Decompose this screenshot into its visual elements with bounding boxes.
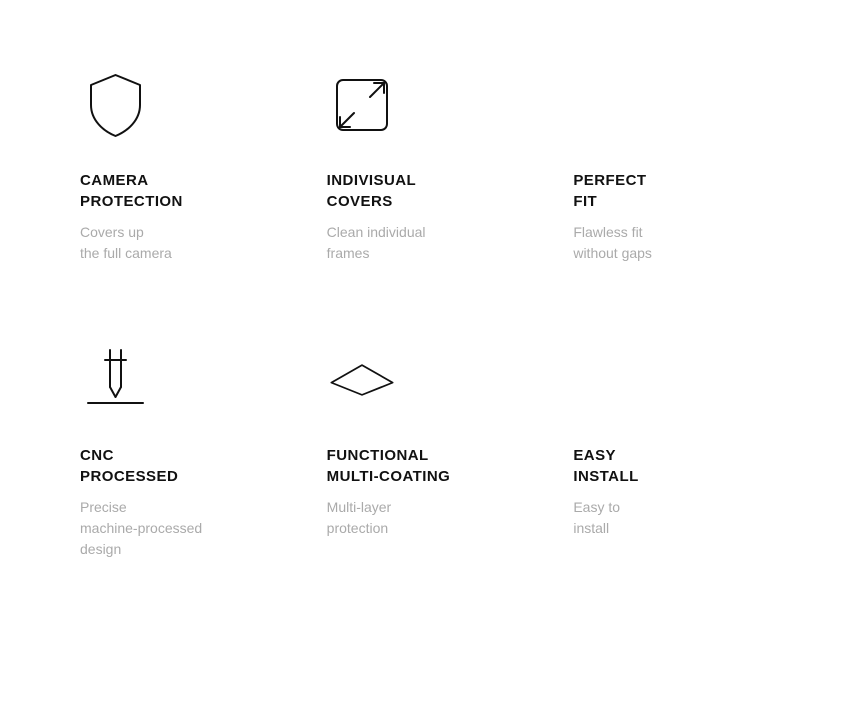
diamond-icon xyxy=(327,345,397,415)
perfect-fit-icon xyxy=(573,70,643,140)
camera-protection-desc: Covers up the full camera xyxy=(80,222,172,264)
feature-camera-protection: CAMERA PROTECTION Covers up the full cam… xyxy=(60,40,307,315)
feature-cnc-processed: CNC PROCESSED Precise machine-processed … xyxy=(60,315,307,590)
cnc-processed-desc: Precise machine-processed design xyxy=(80,497,202,560)
easy-install-title: EASY INSTALL xyxy=(573,445,638,487)
easy-install-desc: Easy to install xyxy=(573,497,620,539)
individual-covers-desc: Clean individual frames xyxy=(327,222,426,264)
individual-covers-title: INDIVISUAL COVERS xyxy=(327,170,417,212)
easy-install-icon xyxy=(573,345,643,415)
perfect-fit-title: PERFECT FIT xyxy=(573,170,646,212)
expand-icon xyxy=(327,70,397,140)
feature-individual-covers: INDIVISUAL COVERS Clean individual frame… xyxy=(307,40,554,315)
shield-icon xyxy=(80,70,150,140)
multicoating-title: FUNCTIONAL MULTI-COATING xyxy=(327,445,451,487)
camera-protection-title: CAMERA PROTECTION xyxy=(80,170,183,212)
perfect-fit-desc: Flawless fit without gaps xyxy=(573,222,652,264)
features-grid: CAMERA PROTECTION Covers up the full cam… xyxy=(0,0,860,630)
feature-multicoating: FUNCTIONAL MULTI-COATING Multi-layer pro… xyxy=(307,315,554,590)
feature-perfect-fit: PERFECT FIT Flawless fit without gaps xyxy=(553,40,800,315)
cnc-icon xyxy=(80,345,150,415)
multicoating-desc: Multi-layer protection xyxy=(327,497,392,539)
feature-easy-install: EASY INSTALL Easy to install xyxy=(553,315,800,590)
cnc-processed-title: CNC PROCESSED xyxy=(80,445,178,487)
